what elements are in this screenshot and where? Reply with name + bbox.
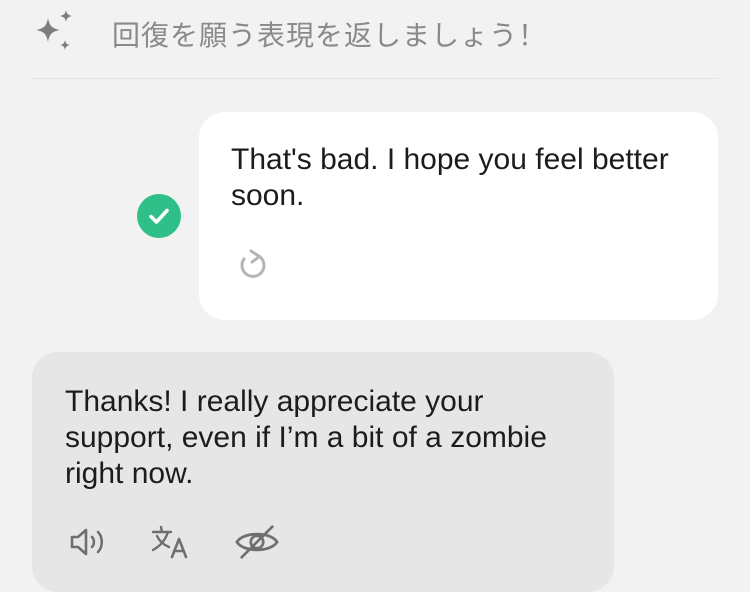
speaker-button[interactable]	[66, 522, 112, 562]
prompt-title: 回復を願う表現を返しましょう！	[112, 19, 548, 52]
hide-button[interactable]	[234, 522, 280, 562]
user-message-text: That's bad. I hope you feel better soon.	[231, 143, 669, 212]
hide-eye-icon	[235, 525, 279, 559]
bot-message-bubble: Thanks! I really appreciate your support…	[32, 352, 614, 592]
prompt-header: 回復を願う表現を返しましょう！	[0, 0, 750, 78]
speaker-icon	[70, 528, 104, 556]
header-divider	[32, 78, 718, 79]
translate-button[interactable]	[148, 522, 194, 562]
bot-message-text: Thanks! I really appreciate your support…	[65, 385, 547, 490]
check-circle-icon	[137, 194, 181, 238]
sparkle-icon	[36, 10, 72, 50]
user-message-bubble: That's bad. I hope you feel better soon.	[199, 112, 718, 320]
checkmark-icon	[149, 208, 169, 224]
translate-icon	[151, 525, 188, 559]
retry-icon[interactable]	[235, 246, 271, 282]
